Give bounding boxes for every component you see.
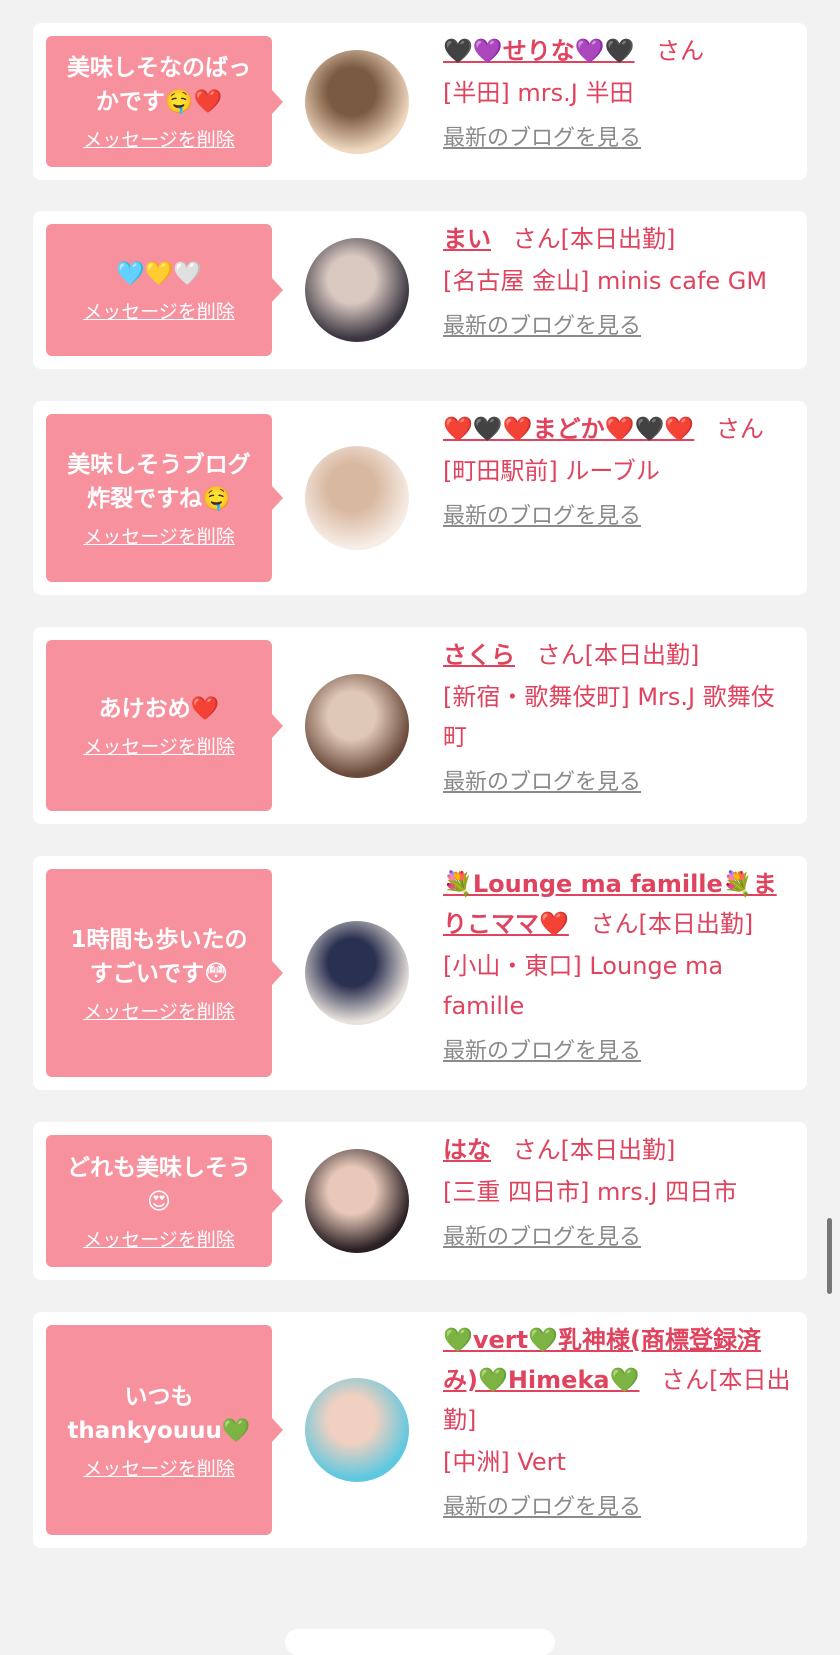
status-label: [本日出勤] <box>584 641 700 669</box>
status-label: [本日出勤] <box>638 910 754 938</box>
message-bubble: 1時間も歩いたの すごいです😳 メッセージを削除 <box>46 869 283 1077</box>
cast-info: さくら さん[本日出勤] [新宿・歌舞伎町] Mrs.J 歌舞伎町 最新のブログ… <box>443 635 793 803</box>
latest-blog-link[interactable]: 最新のブログを見る <box>443 1218 641 1258</box>
message-card: どれも美味しそう 😍 メッセージを削除 はな さん[本日出勤] [三重 四日市]… <box>33 1122 807 1280</box>
cast-info: 🖤💜せりな💜🖤 さん [半田] mrs.J 半田 最新のブログを見る <box>443 31 793 159</box>
delete-message-link[interactable]: メッセージを削除 <box>83 125 235 152</box>
message-bubble: 🩵💛🤍 メッセージを削除 <box>46 224 283 356</box>
honorific-label: さん <box>656 37 705 65</box>
message-text: あけおめ❤️ <box>98 696 220 722</box>
message-text: どれも美味しそう 😍 <box>67 1154 251 1215</box>
latest-blog-link[interactable]: 最新のブログを見る <box>443 307 641 347</box>
latest-blog-link[interactable]: 最新のブログを見る <box>443 1032 641 1072</box>
avatar[interactable] <box>305 1378 409 1482</box>
message-card: 美味しそなのばっ かです🤤❤️ メッセージを削除 🖤💜せりな💜🖤 さん [半田]… <box>33 23 807 180</box>
shop-label: [半田] mrs.J 半田 <box>443 79 634 107</box>
cast-info: 💚vert💚乳神様(商標登録済み)💚Himeka💚 さん[本日出勤] [中洲] … <box>443 1320 793 1528</box>
shop-label: [小山・東口] Lounge ma famille <box>443 952 724 1020</box>
message-text: 美味しそなのばっ かです🤤❤️ <box>67 55 251 115</box>
message-card: いつも thankyouuu💚 メッセージを削除 💚vert💚乳神様(商標登録済… <box>33 1312 807 1548</box>
message-text: 1時間も歩いたの すごいです😳 <box>70 926 248 987</box>
honorific-label: さん <box>536 641 585 669</box>
message-bubble: 美味しそなのばっ かです🤤❤️ メッセージを削除 <box>46 36 283 167</box>
delete-message-link[interactable]: メッセージを削除 <box>83 522 235 549</box>
honorific-label: さん <box>512 225 561 253</box>
cast-info: まい さん[本日出勤] [名古屋 金山] minis cafe GM 最新のブロ… <box>443 219 793 347</box>
status-label: [本日出勤] <box>560 1136 676 1164</box>
cast-name-link[interactable]: 🖤💜せりな💜🖤 <box>443 37 635 65</box>
latest-blog-link[interactable]: 最新のブログを見る <box>443 119 641 159</box>
avatar[interactable] <box>305 921 409 1025</box>
delete-message-link[interactable]: メッセージを削除 <box>83 1225 235 1252</box>
avatar[interactable] <box>305 1149 409 1253</box>
message-bubble: あけおめ❤️ メッセージを削除 <box>46 640 283 811</box>
message-card: 🩵💛🤍 メッセージを削除 まい さん[本日出勤] [名古屋 金山] minis … <box>33 211 807 369</box>
message-bubble: どれも美味しそう 😍 メッセージを削除 <box>46 1135 283 1267</box>
delete-message-link[interactable]: メッセージを削除 <box>83 732 235 759</box>
honorific-label: さん <box>661 1366 710 1394</box>
latest-blog-link[interactable]: 最新のブログを見る <box>443 497 641 537</box>
latest-blog-link[interactable]: 最新のブログを見る <box>443 763 641 803</box>
bottom-bar-handle <box>285 1629 555 1655</box>
avatar[interactable] <box>305 446 409 550</box>
status-label: [本日出勤] <box>560 225 676 253</box>
delete-message-link[interactable]: メッセージを削除 <box>83 997 235 1024</box>
message-text: 美味しそうブログ 炸裂ですね🤤 <box>67 451 251 512</box>
shop-label: [三重 四日市] mrs.J 四日市 <box>443 1178 738 1206</box>
message-card: あけおめ❤️ メッセージを削除 さくら さん[本日出勤] [新宿・歌舞伎町] M… <box>33 627 807 824</box>
message-text: いつも thankyouuu💚 <box>67 1383 251 1444</box>
delete-message-link[interactable]: メッセージを削除 <box>83 297 235 324</box>
cast-name-link[interactable]: ❤️🖤❤️まどか❤️🖤❤️ <box>443 415 694 443</box>
avatar[interactable] <box>305 49 409 154</box>
message-card: 美味しそうブログ 炸裂ですね🤤 メッセージを削除 ❤️🖤❤️まどか❤️🖤❤️ さ… <box>33 401 807 595</box>
cast-name-link[interactable]: はな <box>443 1136 491 1164</box>
cast-name-link[interactable]: さくら <box>443 641 515 669</box>
avatar[interactable] <box>305 238 409 342</box>
message-bubble: いつも thankyouuu💚 メッセージを削除 <box>46 1325 283 1535</box>
honorific-label: さん <box>512 1136 561 1164</box>
shop-label: [町田駅前] ルーブル <box>443 457 660 485</box>
shop-label: [中洲] Vert <box>443 1448 566 1476</box>
shop-label: [名古屋 金山] minis cafe GM <box>443 267 768 295</box>
cast-name-link[interactable]: まい <box>443 225 491 253</box>
honorific-label: さん <box>590 910 639 938</box>
delete-message-link[interactable]: メッセージを削除 <box>83 1454 235 1481</box>
honorific-label: さん <box>715 415 764 443</box>
cast-info: 💐Lounge ma famille💐まりこママ❤️ さん[本日出勤] [小山・… <box>443 864 793 1072</box>
message-card: 1時間も歩いたの すごいです😳 メッセージを削除 💐Lounge ma fami… <box>33 856 807 1090</box>
message-bubble: 美味しそうブログ 炸裂ですね🤤 メッセージを削除 <box>46 414 283 582</box>
avatar[interactable] <box>305 673 409 778</box>
message-text: 🩵💛🤍 <box>116 260 202 287</box>
cast-info: はな さん[本日出勤] [三重 四日市] mrs.J 四日市 最新のブログを見る <box>443 1130 793 1258</box>
shop-label: [新宿・歌舞伎町] Mrs.J 歌舞伎町 <box>443 683 775 751</box>
scrollbar[interactable] <box>827 1218 832 1294</box>
latest-blog-link[interactable]: 最新のブログを見る <box>443 1488 641 1528</box>
cast-info: ❤️🖤❤️まどか❤️🖤❤️ さん [町田駅前] ルーブル 最新のブログを見る <box>443 409 793 537</box>
